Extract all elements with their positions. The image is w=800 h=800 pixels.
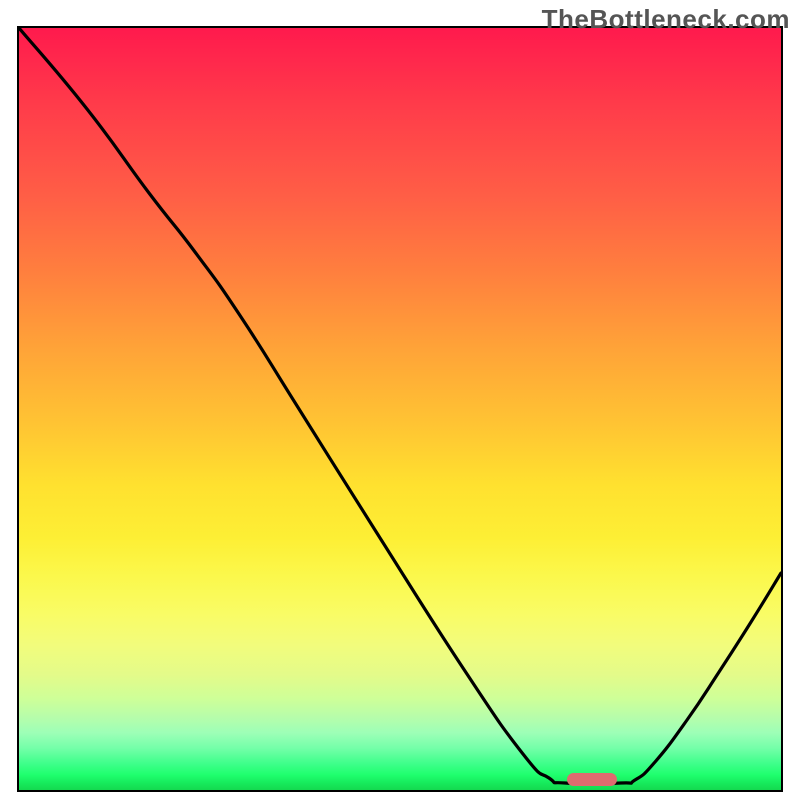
stage: TheBottleneck.com (0, 0, 800, 800)
watermark-text: TheBottleneck.com (542, 4, 790, 35)
optimum-marker (567, 773, 617, 786)
heatmap-gradient (19, 28, 781, 790)
plot-area (19, 28, 781, 790)
